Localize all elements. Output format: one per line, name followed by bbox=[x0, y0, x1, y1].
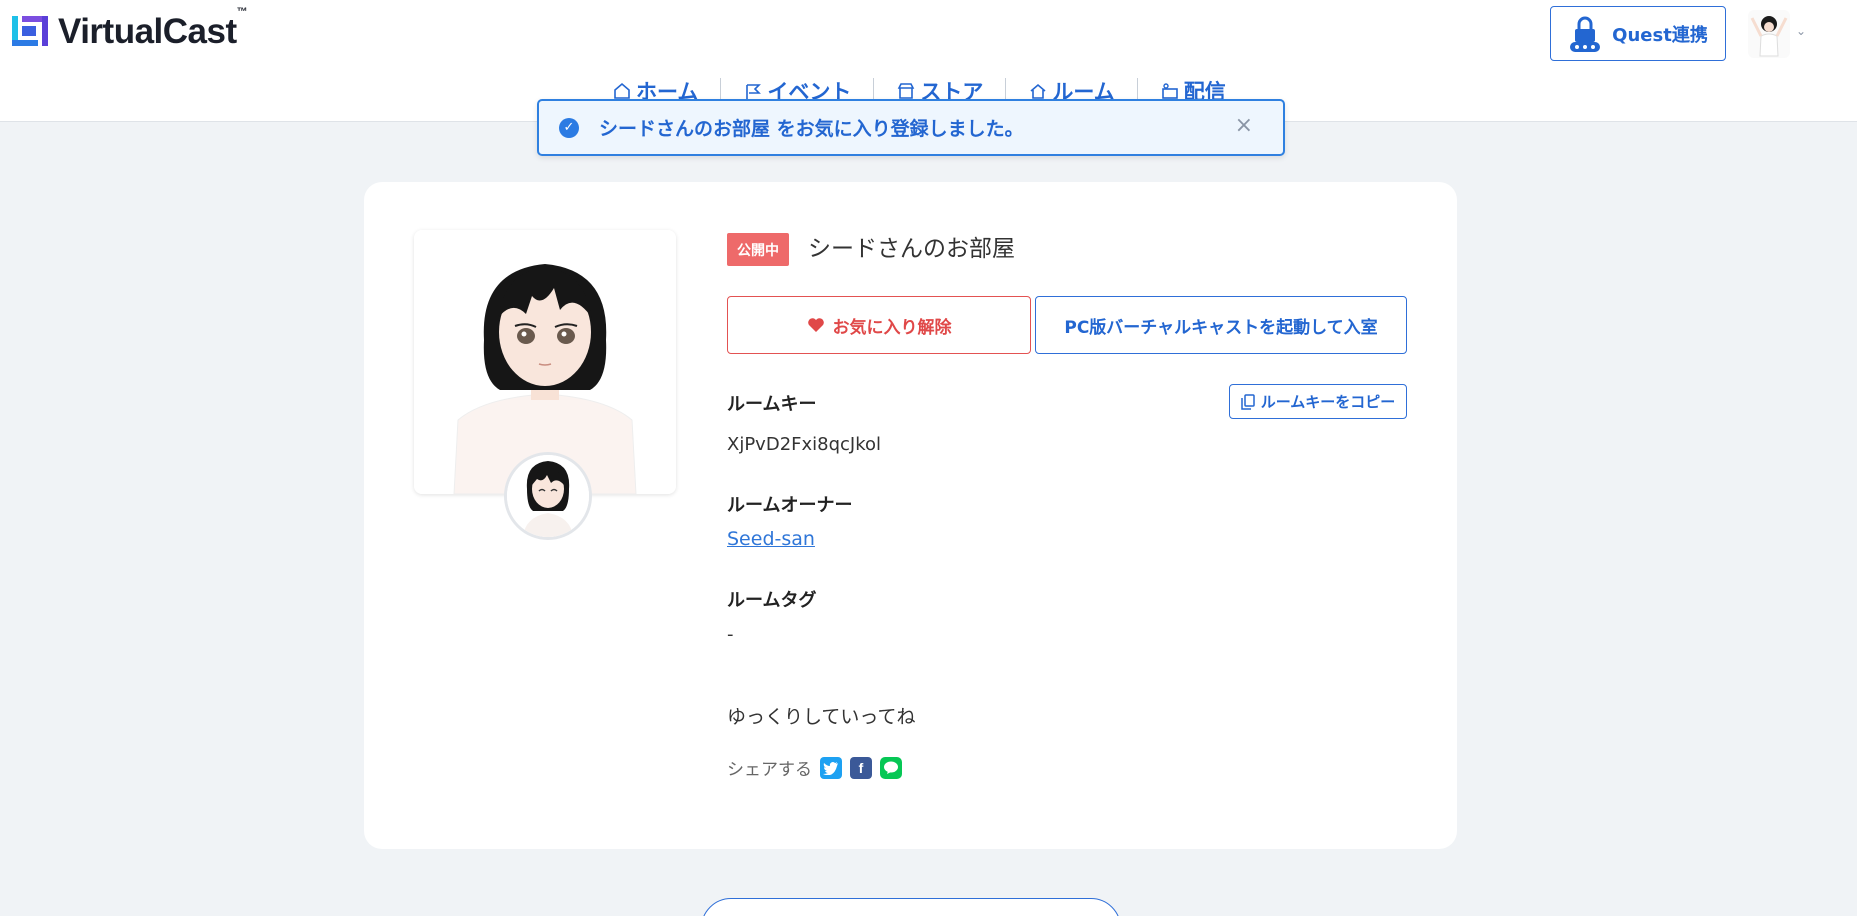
unfavorite-label: お気に入り解除 bbox=[832, 317, 952, 338]
room-title: シードさんのお部屋 bbox=[808, 236, 1015, 262]
enter-room-label: PC版バーチャルキャストを起動して入室 bbox=[1064, 317, 1378, 338]
bottom-action-button[interactable] bbox=[701, 898, 1121, 916]
check-circle-icon: ✓ bbox=[559, 117, 579, 138]
copy-room-key-label: ルームキーをコピー bbox=[1260, 393, 1396, 411]
room-description: ゆっくりしていってね bbox=[727, 706, 916, 728]
chevron-down-icon[interactable]: ⌄ bbox=[1796, 24, 1806, 38]
share-label: シェアする bbox=[727, 760, 812, 780]
room-key-value: XjPvD2Fxi8qcJkol bbox=[727, 434, 882, 455]
copy-icon bbox=[1240, 393, 1255, 410]
share-row: シェアする f bbox=[727, 755, 902, 780]
status-badge: 公開中 bbox=[727, 233, 789, 266]
heart-icon bbox=[807, 318, 824, 332]
toast-message: シードさんのお部屋 をお気に入り登録しました。 bbox=[599, 118, 1024, 140]
close-icon[interactable]: × bbox=[1235, 113, 1253, 138]
logo-text: VirtualCast™ bbox=[58, 6, 248, 51]
unfavorite-button[interactable]: お気に入り解除 bbox=[727, 296, 1031, 354]
room-owner-label: ルームオーナー bbox=[727, 495, 853, 516]
room-owner-link[interactable]: Seed-san bbox=[727, 528, 815, 550]
room-tag-value: - bbox=[727, 624, 734, 645]
user-avatar[interactable] bbox=[1748, 10, 1790, 58]
twitter-icon[interactable] bbox=[820, 756, 842, 779]
lock-icon bbox=[1570, 16, 1601, 52]
owner-avatar[interactable] bbox=[504, 452, 592, 540]
quest-link-label: Quest連携 bbox=[1612, 24, 1708, 46]
enter-room-button[interactable]: PC版バーチャルキャストを起動して入室 bbox=[1035, 296, 1407, 354]
broadcast-icon bbox=[1161, 83, 1178, 99]
copy-room-key-button[interactable]: ルームキーをコピー bbox=[1229, 384, 1407, 419]
room-icon bbox=[1030, 83, 1046, 99]
flag-icon bbox=[746, 84, 762, 99]
virtualcast-logo[interactable]: VirtualCast™ bbox=[10, 6, 248, 52]
store-icon bbox=[898, 83, 915, 99]
line-icon[interactable] bbox=[880, 756, 902, 779]
home-icon bbox=[614, 82, 630, 99]
facebook-icon[interactable]: f bbox=[850, 756, 872, 779]
quest-link-button[interactable]: Quest連携 bbox=[1550, 6, 1726, 61]
room-key-label: ルームキー bbox=[727, 394, 817, 415]
logo-mark-icon bbox=[10, 12, 50, 52]
favorite-toast: ✓ シードさんのお部屋 をお気に入り登録しました。 × bbox=[537, 99, 1285, 156]
room-tag-label: ルームタグ bbox=[727, 590, 817, 611]
